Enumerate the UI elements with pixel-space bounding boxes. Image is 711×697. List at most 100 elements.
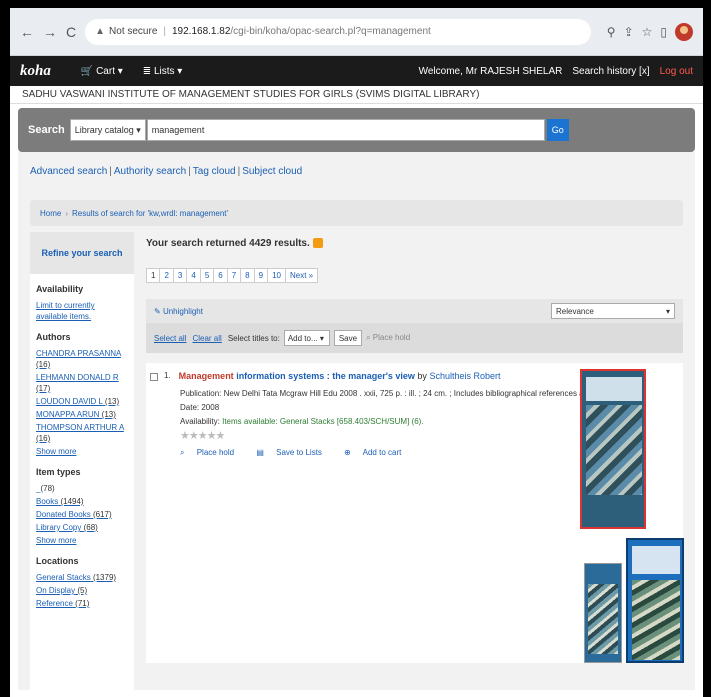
koha-logo[interactable]: koha bbox=[20, 63, 51, 80]
library-name: SADHU VASWANI INSTITUTE OF MANAGEMENT ST… bbox=[10, 86, 703, 104]
back-icon[interactable]: ← bbox=[20, 24, 34, 40]
url-path: /cgi-bin/koha/opac-search.pl?q=managemen… bbox=[230, 26, 431, 37]
availability-value[interactable]: Items available: General Stacks [658.403… bbox=[222, 417, 423, 426]
lists-label: Lists bbox=[153, 65, 175, 77]
sort-select[interactable]: Relevance ▾ bbox=[551, 303, 675, 319]
location-facet-count: (1379) bbox=[92, 573, 117, 582]
author-facet-count: (13) bbox=[101, 410, 116, 419]
unhighlight-icon: ✎ bbox=[154, 306, 161, 316]
itemtypes-show-more[interactable]: Show more bbox=[36, 535, 128, 546]
security-label: Not secure bbox=[109, 26, 158, 37]
add-to-select-value: Add to... bbox=[287, 333, 318, 343]
add-to-cart-action[interactable]: ⊕ Add to cart bbox=[344, 448, 411, 457]
book-cover-image[interactable] bbox=[580, 369, 646, 529]
cart-label: Cart bbox=[96, 65, 115, 77]
sort-select-value: Relevance bbox=[556, 306, 594, 316]
add-to-select[interactable]: Add to... ▾ bbox=[283, 330, 330, 346]
record-title: Management information systems : the man… bbox=[179, 371, 501, 381]
page-9[interactable]: 9 bbox=[253, 268, 269, 283]
star-icon[interactable]: ☆ bbox=[642, 25, 653, 39]
cart-menu[interactable]: 🛒 Cart ▾ bbox=[81, 66, 123, 77]
author-facet-name: CHANDRA PRASANNA bbox=[36, 349, 121, 358]
results-count-text: Your search returned 4429 results. bbox=[146, 237, 310, 249]
page-next[interactable]: Next » bbox=[284, 268, 319, 283]
cover-artwork bbox=[588, 584, 618, 654]
address-bar[interactable]: ▲ Not secure | 192.168.1.82 /cgi-bin/koh… bbox=[85, 18, 591, 45]
reload-icon[interactable]: C bbox=[66, 24, 76, 40]
browser-window: ← → C ▲ Not secure | 192.168.1.82 /cgi-b… bbox=[10, 8, 703, 697]
author-facet[interactable]: LEHMANN DONALD R (17) bbox=[36, 372, 128, 394]
welcome-text[interactable]: Welcome, Mr RAJESH SHELAR bbox=[419, 66, 563, 77]
share-icon[interactable]: ⇪ bbox=[624, 25, 634, 39]
warning-icon[interactable]: ▲ bbox=[95, 26, 105, 37]
zoom-icon[interactable]: ⚲ bbox=[607, 25, 616, 39]
limit-available-link[interactable]: Limit to currently available items. bbox=[36, 300, 128, 322]
unhighlight-link[interactable]: Unhighlight bbox=[163, 307, 203, 316]
itemtype-facet[interactable]: Donated Books (617) bbox=[36, 509, 128, 520]
search-label: Search bbox=[28, 124, 65, 136]
date-value: 2008 bbox=[201, 403, 220, 412]
page-7[interactable]: 7 bbox=[226, 268, 242, 283]
catalog-select[interactable]: Library catalog ▾ bbox=[69, 119, 146, 141]
author-facet[interactable]: THOMPSON ARTHUR A (16) bbox=[36, 422, 128, 444]
location-facet-name: General Stacks bbox=[36, 573, 91, 582]
list-icon: ≣ bbox=[142, 65, 152, 77]
page-3[interactable]: 3 bbox=[172, 268, 188, 283]
title-highlight[interactable]: Management bbox=[179, 371, 234, 381]
place-hold-disabled[interactable]: ⌕ Place hold bbox=[366, 333, 410, 343]
authors-show-more[interactable]: Show more bbox=[36, 446, 128, 457]
breadcrumb-current[interactable]: Results of search for 'kw,wrdl: manageme… bbox=[72, 209, 228, 218]
page-8[interactable]: 8 bbox=[240, 268, 255, 283]
place-hold-action[interactable]: ⌕ Place hold bbox=[180, 448, 244, 457]
cart-icon: 🛒 bbox=[80, 65, 94, 77]
logout-link[interactable]: Log out bbox=[660, 66, 693, 77]
save-button[interactable]: Save bbox=[333, 330, 363, 346]
book-cover-image[interactable] bbox=[626, 538, 684, 663]
title-rest[interactable]: information systems : the manager's view bbox=[234, 371, 415, 381]
forward-icon[interactable]: → bbox=[43, 24, 57, 40]
author-facet-name: LOUDON DAVID L bbox=[36, 397, 103, 406]
location-facet[interactable]: Reference (71) bbox=[36, 598, 128, 609]
location-facet[interactable]: General Stacks (1379) bbox=[36, 572, 128, 583]
advanced-search-link[interactable]: Advanced search bbox=[30, 166, 107, 177]
search-history-link[interactable]: Search history [x] bbox=[572, 66, 649, 77]
location-facet[interactable]: On Display (5) bbox=[36, 585, 128, 596]
author-facet[interactable]: CHANDRA PRASANNA (16) bbox=[36, 348, 128, 370]
rss-icon[interactable] bbox=[312, 238, 323, 248]
authority-search-link[interactable]: Authority search bbox=[114, 166, 186, 177]
cover-artwork bbox=[632, 580, 680, 660]
page-10[interactable]: 10 bbox=[267, 268, 286, 283]
subject-cloud-link[interactable]: Subject cloud bbox=[242, 166, 302, 177]
location-facet-count: (71) bbox=[75, 599, 90, 608]
url-host: 192.168.1.82 bbox=[172, 26, 231, 37]
sidepanel-icon[interactable]: ▯ bbox=[660, 25, 667, 39]
url-divider: | bbox=[163, 26, 166, 37]
author-facet[interactable]: MONAPPA ARUN (13) bbox=[36, 409, 128, 420]
record-checkbox[interactable] bbox=[150, 373, 158, 381]
page-2[interactable]: 2 bbox=[159, 268, 174, 283]
save-to-lists-action[interactable]: ▤ Save to Lists bbox=[256, 448, 332, 457]
page-5[interactable]: 5 bbox=[199, 268, 215, 283]
breadcrumb-home[interactable]: Home bbox=[40, 209, 61, 218]
author-facet[interactable]: LOUDON DAVID L (13) bbox=[36, 396, 128, 407]
availability-label: Availability: bbox=[180, 417, 220, 426]
itemtype-facet[interactable]: _(78) bbox=[36, 483, 128, 494]
book-cover-image[interactable] bbox=[584, 563, 622, 663]
select-all-link[interactable]: Select all bbox=[154, 334, 186, 343]
lists-menu[interactable]: ≣ Lists ▾ bbox=[143, 66, 183, 77]
tag-cloud-link[interactable]: Tag cloud bbox=[193, 166, 236, 177]
profile-avatar[interactable] bbox=[675, 22, 693, 41]
go-button[interactable]: Go bbox=[546, 119, 569, 141]
page-4[interactable]: 4 bbox=[186, 268, 201, 283]
page-1[interactable]: 1 bbox=[146, 268, 161, 283]
author-link[interactable]: Schultheis Robert bbox=[429, 371, 500, 381]
itemtype-facet[interactable]: Library Copy (68) bbox=[36, 522, 128, 533]
itemtype-facet[interactable]: Books (1494) bbox=[36, 496, 128, 507]
itemtypes-heading: Item types bbox=[36, 467, 81, 477]
add-to-cart-label: Add to cart bbox=[362, 448, 402, 457]
results-count: Your search returned 4429 results. bbox=[146, 232, 683, 254]
refine-heading: Refine your search bbox=[30, 232, 134, 274]
clear-all-link[interactable]: Clear all bbox=[192, 334, 221, 343]
page-6[interactable]: 6 bbox=[213, 268, 228, 283]
search-input[interactable]: management bbox=[146, 119, 545, 141]
